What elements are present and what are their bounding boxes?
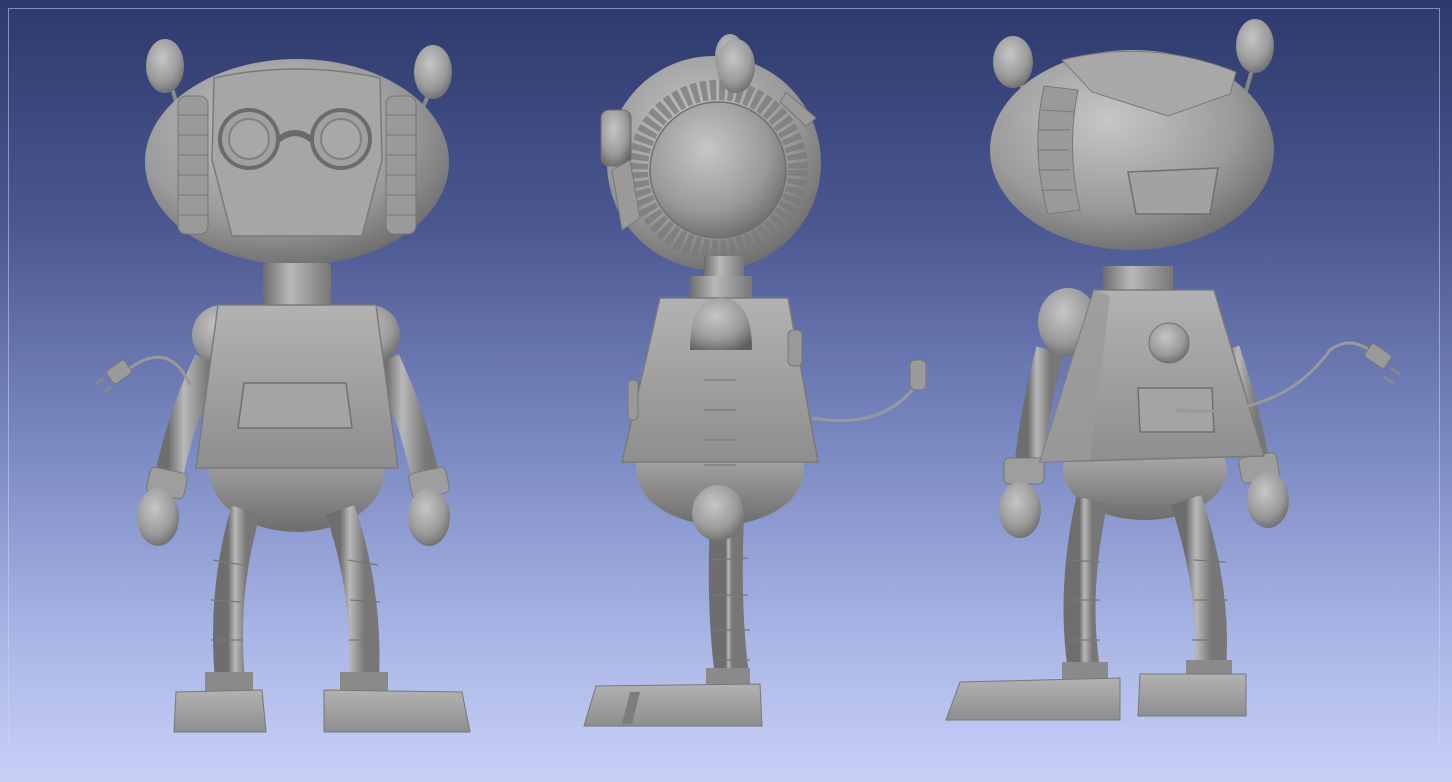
head-dial [649,101,787,239]
hand-right-back [1247,472,1289,528]
hand-side [692,485,744,541]
back-head-panel [1127,167,1219,215]
hand-right [408,488,450,546]
back-button [1148,322,1190,364]
foot-left-back [945,677,1121,721]
power-cord [129,355,192,386]
foot-right [323,689,471,733]
foot-left [173,689,267,733]
side-ear [600,109,632,167]
hand-left [137,488,179,546]
chest-panel [237,382,353,429]
robot-neck [263,263,331,305]
foot-side [583,683,763,727]
antenna-bulb-front [717,39,755,93]
3d-viewport[interactable] [0,0,1452,782]
robot-back-view[interactable] [945,19,1401,721]
power-plug-back [1364,343,1392,369]
hand-left-back [999,482,1041,538]
antenna-bulb-left [146,39,184,93]
robot-front-view[interactable] [95,39,471,733]
antenna-bulb-right-back [1236,19,1274,73]
antenna-bulb-right [414,45,452,99]
render-canvas [95,19,1401,733]
foot-right-back [1137,673,1247,717]
antenna-bulb-left-back [993,36,1033,88]
power-plug-side [909,359,927,391]
robot-side-view[interactable] [583,34,927,727]
power-plug [106,359,132,385]
